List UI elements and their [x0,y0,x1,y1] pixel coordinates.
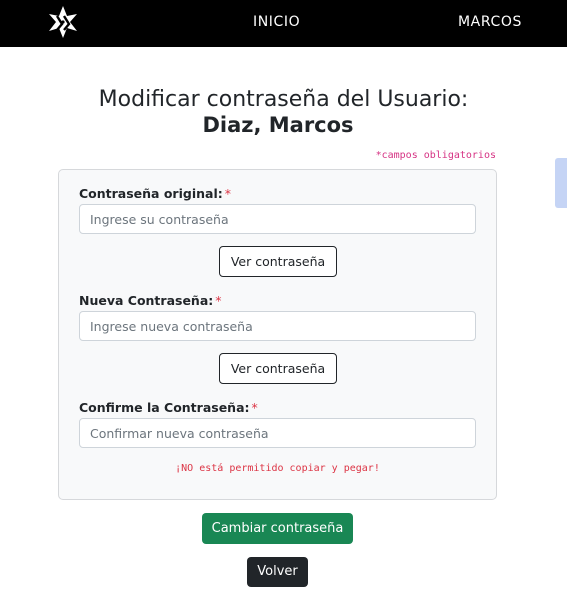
required-mark: * [224,186,231,201]
nav-link-user[interactable]: MARCOS [458,14,522,30]
confirm-password-label: Confirme la Contraseña: * [79,400,258,415]
top-navbar: INICIO MARCOS [0,0,567,47]
new-password-label: Nueva Contraseña: * [79,293,222,308]
back-button[interactable]: Volver [247,557,308,587]
page-title: Modificar contraseña del Usuario: [98,87,469,112]
confirm-password-input[interactable] [79,418,476,448]
no-copy-paste-warning: ¡NO está permitido copiar y pegar! [175,463,380,474]
brand-logo-icon[interactable] [46,4,80,40]
required-mark: * [215,293,222,308]
nav-link-inicio[interactable]: INICIO [253,14,300,30]
user-name-heading: Diaz, Marcos [202,113,354,137]
show-new-password-button[interactable]: Ver contraseña [219,353,337,384]
show-original-password-button[interactable]: Ver contraseña [219,246,337,277]
required-fields-note: *campos obligatorios [375,150,496,161]
required-mark: * [251,400,258,415]
new-password-input[interactable] [79,311,476,341]
side-feedback-tab[interactable] [555,158,567,208]
password-form-card: Contraseña original: * Ver contraseña Nue… [58,169,497,500]
change-password-button[interactable]: Cambiar contraseña [202,513,353,544]
original-password-label: Contraseña original: * [79,186,231,201]
original-password-input[interactable] [79,204,476,234]
